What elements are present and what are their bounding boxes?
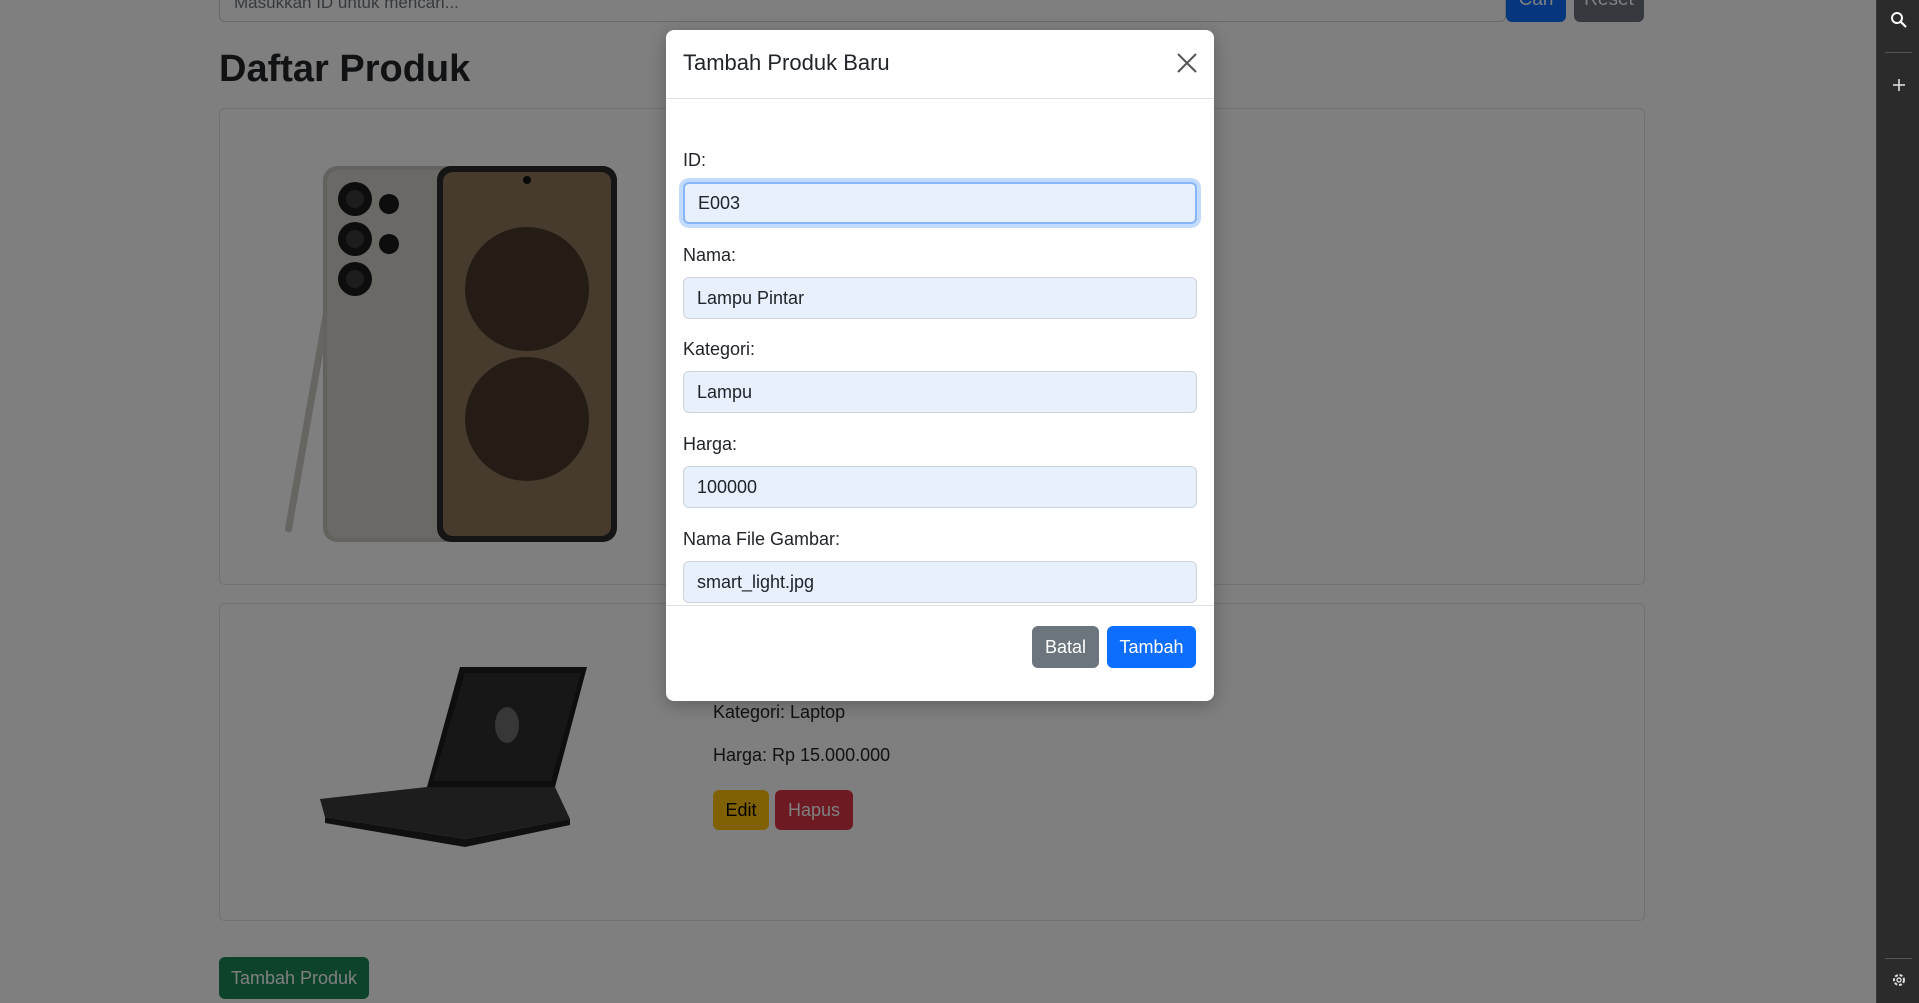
harga-field[interactable] — [683, 466, 1197, 508]
nama-label: Nama: — [683, 245, 737, 265]
kategori-label: Kategori: — [683, 339, 756, 359]
modal-title: Tambah Produk Baru — [683, 50, 890, 75]
modal-header: Tambah Produk Baru — [666, 30, 1214, 99]
sidebar-divider — [1885, 52, 1912, 53]
close-icon[interactable] — [1174, 50, 1200, 76]
browser-sidebar — [1876, 0, 1919, 1003]
modal-footer: Batal Tambah — [666, 605, 1214, 701]
plus-icon[interactable] — [1877, 70, 1919, 100]
id-label: ID: — [683, 150, 707, 170]
cancel-button[interactable]: Batal — [1032, 626, 1099, 668]
gear-icon[interactable] — [1877, 965, 1919, 995]
add-product-modal: Tambah Produk Baru ID: Nama: Kategori: H… — [666, 30, 1214, 701]
kategori-field[interactable] — [683, 371, 1197, 413]
id-field[interactable] — [683, 182, 1197, 224]
search-icon[interactable] — [1877, 5, 1919, 35]
harga-label: Harga: — [683, 434, 738, 454]
submit-add-button[interactable]: Tambah — [1107, 626, 1196, 668]
image-filename-field[interactable] — [683, 561, 1197, 603]
nama-field[interactable] — [683, 277, 1197, 319]
image-filename-label: Nama File Gambar: — [683, 529, 841, 549]
sidebar-divider — [1885, 958, 1912, 959]
